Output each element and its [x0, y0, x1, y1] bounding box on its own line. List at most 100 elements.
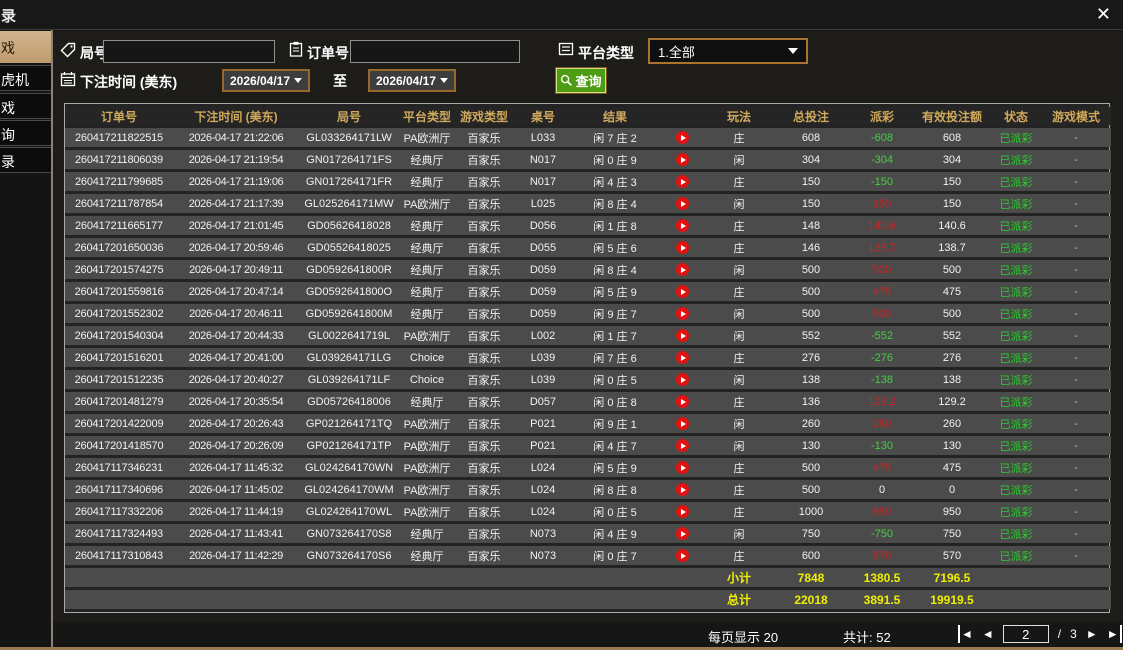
- table-row: 2604172015598162026-04-17 20:47:14GD0592…: [65, 282, 1111, 301]
- cell-total-bet: 608: [771, 128, 851, 147]
- cell-status: 已派彩: [991, 172, 1041, 191]
- cell-result: 闲 7 庄 6: [573, 348, 657, 367]
- cell-play: 庄: [707, 546, 771, 565]
- replay-icon[interactable]: [676, 549, 689, 562]
- cell-platform: 经典厅: [399, 238, 455, 257]
- cell-result: 闲 0 庄 5: [573, 502, 657, 521]
- first-page-icon[interactable]: ◄: [958, 625, 973, 643]
- cell-table: L024: [513, 502, 573, 521]
- sidebar-item-label: 录: [1, 154, 15, 170]
- cell-game: 百家乐: [455, 348, 513, 367]
- table-row: 2604172016500362026-04-17 20:59:46GD0552…: [65, 238, 1111, 257]
- cell-table: L039: [513, 348, 573, 367]
- cell-mode: -: [1041, 326, 1111, 345]
- page-number-input[interactable]: [1003, 625, 1049, 643]
- cell-result: 闲 4 庄 7: [573, 436, 657, 455]
- table-row: 2604172014812792026-04-17 20:35:54GD0572…: [65, 392, 1111, 411]
- table-header-row: 订单号 下注时间 (美东) 局号 平台类型 游戏类型 桌号 结果 玩法 总投注 …: [65, 107, 1111, 125]
- cell-round: GP021264171TP: [299, 436, 399, 455]
- cell-table: L002: [513, 326, 573, 345]
- col-total-bet: 总投注: [771, 107, 851, 125]
- cell-order: 260417211799685: [65, 172, 173, 191]
- cell-replay: [657, 260, 707, 279]
- replay-icon[interactable]: [676, 527, 689, 540]
- cell-order: 260417117310843: [65, 546, 173, 565]
- cell-mode: -: [1041, 546, 1111, 565]
- subtotal-row: 小计 7848 1380.5 7196.5: [65, 568, 1111, 587]
- replay-icon[interactable]: [676, 153, 689, 166]
- replay-icon[interactable]: [676, 373, 689, 386]
- replay-icon[interactable]: [676, 219, 689, 232]
- cell-payout: 500: [851, 304, 913, 323]
- replay-icon[interactable]: [676, 285, 689, 298]
- cell-valid-bet: 475: [913, 458, 991, 477]
- cell-game: 百家乐: [455, 282, 513, 301]
- cell-play: 庄: [707, 392, 771, 411]
- cell-valid-bet: 138: [913, 370, 991, 389]
- order-number-input[interactable]: [350, 40, 520, 63]
- cell-valid-bet: 138.7: [913, 238, 991, 257]
- query-button[interactable]: 查询: [556, 68, 606, 93]
- replay-icon[interactable]: [676, 395, 689, 408]
- replay-icon[interactable]: [676, 483, 689, 496]
- replay-icon[interactable]: [676, 175, 689, 188]
- cell-time: 2026-04-17 11:42:29: [173, 546, 299, 565]
- table-row: 2604172015403042026-04-17 20:44:33GL0022…: [65, 326, 1111, 345]
- replay-icon[interactable]: [676, 307, 689, 320]
- search-icon: [560, 74, 573, 87]
- bet-records-table: 订单号 下注时间 (美东) 局号 平台类型 游戏类型 桌号 结果 玩法 总投注 …: [64, 103, 1110, 613]
- replay-icon[interactable]: [676, 505, 689, 518]
- cell-status: 已派彩: [991, 480, 1041, 499]
- replay-icon[interactable]: [676, 329, 689, 342]
- subtotal-label: 小计: [707, 568, 771, 587]
- cell-play: 闲: [707, 524, 771, 543]
- round-number-input[interactable]: [103, 40, 275, 63]
- cell-table: N017: [513, 172, 573, 191]
- cell-round: GN017264171FS: [299, 150, 399, 169]
- pagination-bar: 每页显示 20 共计: 52 ◄ ◄ / 3 ► ►: [53, 622, 1123, 647]
- replay-icon[interactable]: [676, 417, 689, 430]
- cell-round: GN073264170S6: [299, 546, 399, 565]
- cell-game: 百家乐: [455, 260, 513, 279]
- cell-replay: [657, 150, 707, 169]
- cell-round: GD05626418028: [299, 216, 399, 235]
- cell-mode: -: [1041, 348, 1111, 367]
- replay-icon[interactable]: [676, 197, 689, 210]
- replay-icon[interactable]: [676, 131, 689, 144]
- cell-table: D059: [513, 260, 573, 279]
- next-page-icon[interactable]: ►: [1086, 625, 1098, 643]
- table-row: 2604172014185702026-04-17 20:26:09GP0212…: [65, 436, 1111, 455]
- close-icon[interactable]: ✕: [1096, 3, 1111, 25]
- order-number-label: 订单号: [307, 43, 349, 63]
- cell-order: 260417201552302: [65, 304, 173, 323]
- replay-icon[interactable]: [676, 351, 689, 364]
- cell-round: GL0022641719L: [299, 326, 399, 345]
- cell-valid-bet: 150: [913, 172, 991, 191]
- replay-icon[interactable]: [676, 439, 689, 452]
- sidebar-item-query[interactable]: 询: [0, 120, 52, 146]
- cell-order: 260417117346231: [65, 458, 173, 477]
- cell-replay: [657, 392, 707, 411]
- replay-icon[interactable]: [676, 263, 689, 276]
- cell-status: 已派彩: [991, 260, 1041, 279]
- cell-play: 闲: [707, 436, 771, 455]
- date-to-picker[interactable]: 2026/04/17: [368, 69, 456, 92]
- cell-replay: [657, 524, 707, 543]
- sidebar-item-slots[interactable]: 虎机: [0, 65, 52, 91]
- cell-table: D059: [513, 304, 573, 323]
- date-from-picker[interactable]: 2026/04/17: [222, 69, 310, 92]
- last-page-icon[interactable]: ►: [1107, 625, 1122, 643]
- cell-round: GL024264170WM: [299, 480, 399, 499]
- prev-page-icon[interactable]: ◄: [982, 625, 994, 643]
- replay-icon[interactable]: [676, 241, 689, 254]
- sidebar-item-game[interactable]: 戏: [0, 93, 52, 119]
- replay-icon[interactable]: [676, 461, 689, 474]
- table-row: 2604172015742752026-04-17 20:49:11GD0592…: [65, 260, 1111, 279]
- cell-table: N073: [513, 546, 573, 565]
- col-round: 局号: [299, 107, 399, 125]
- cell-replay: [657, 458, 707, 477]
- sidebar-item-records[interactable]: 录: [0, 147, 52, 173]
- cell-table: L033: [513, 128, 573, 147]
- platform-type-select[interactable]: 1.全部: [648, 38, 808, 64]
- cell-play: 闲: [707, 194, 771, 213]
